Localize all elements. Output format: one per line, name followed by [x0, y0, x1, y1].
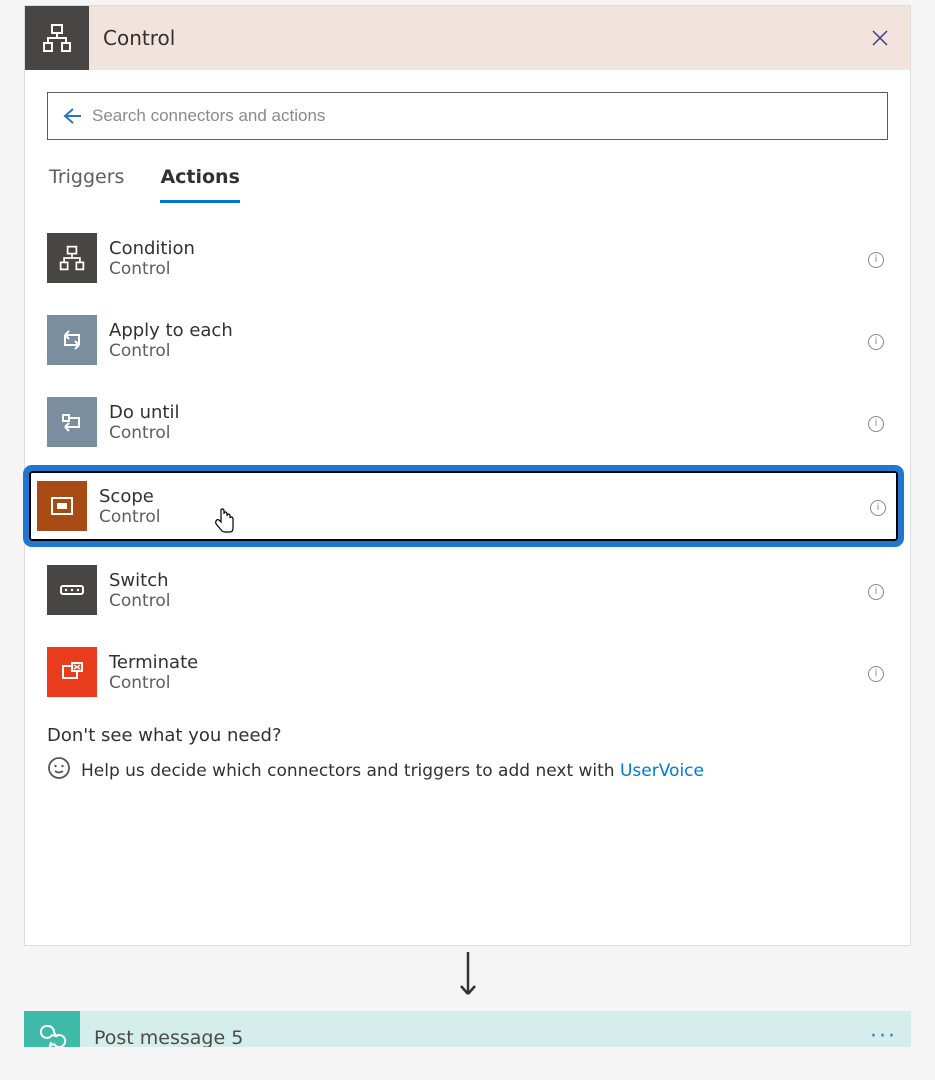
terminate-icon [47, 647, 97, 697]
info-icon[interactable]: i [864, 330, 888, 350]
action-text: Apply to each Control [97, 320, 864, 361]
action-subtitle: Control [109, 259, 864, 279]
info-icon[interactable]: i [864, 248, 888, 268]
close-button[interactable] [856, 14, 904, 62]
action-subtitle: Control [99, 507, 866, 527]
help-section: Don't see what you need? Help us decide … [47, 725, 888, 935]
apply-to-each-icon [47, 315, 97, 365]
panel-title: Control [89, 26, 856, 50]
tab-actions[interactable]: Actions [160, 166, 239, 203]
action-subtitle: Control [109, 341, 864, 361]
uservoice-link[interactable]: UserVoice [620, 761, 704, 781]
action-do-until[interactable]: Do until Control i [47, 389, 888, 455]
action-scope[interactable]: Scope Control i [29, 471, 898, 541]
help-title: Don't see what you need? [47, 725, 888, 746]
action-title: Do until [109, 402, 864, 423]
tab-triggers[interactable]: Triggers [49, 166, 124, 203]
info-icon[interactable]: i [864, 662, 888, 682]
flow-connector-arrow [0, 946, 935, 1011]
switch-icon [47, 565, 97, 615]
help-text: Help us decide which connectors and trig… [81, 761, 704, 781]
post-message-icon [24, 1011, 80, 1047]
panel-body: Triggers Actions Condition Control i [25, 70, 910, 945]
smile-icon [47, 756, 71, 785]
action-text: Condition Control [97, 238, 864, 279]
action-condition[interactable]: Condition Control i [47, 225, 888, 291]
action-list: Condition Control i Apply to each Contro… [47, 225, 888, 705]
scope-icon [37, 481, 87, 531]
action-text: Do until Control [97, 402, 864, 443]
condition-icon [47, 233, 97, 283]
next-step-title: Post message 5 [80, 1011, 870, 1047]
info-icon[interactable]: i [864, 580, 888, 600]
back-arrow-icon[interactable] [48, 105, 92, 127]
search-input[interactable] [92, 106, 887, 126]
panel-header: Control [25, 6, 910, 70]
action-text: Scope Control [87, 486, 866, 527]
next-step-card[interactable]: Post message 5 ··· [24, 1011, 911, 1047]
action-subtitle: Control [109, 591, 864, 611]
help-row: Help us decide which connectors and trig… [47, 756, 888, 785]
info-icon[interactable]: i [866, 496, 890, 516]
search-bar [47, 92, 888, 140]
action-text: Terminate Control [97, 652, 864, 693]
action-title: Switch [109, 570, 864, 591]
control-panel: Control Triggers Actions Condition Contr… [24, 5, 911, 946]
action-title: Terminate [109, 652, 864, 673]
action-subtitle: Control [109, 673, 864, 693]
action-terminate[interactable]: Terminate Control i [47, 639, 888, 705]
tabs: Triggers Actions [47, 166, 888, 203]
action-switch[interactable]: Switch Control i [47, 557, 888, 623]
action-title: Apply to each [109, 320, 864, 341]
do-until-icon [47, 397, 97, 447]
action-apply-to-each[interactable]: Apply to each Control i [47, 307, 888, 373]
action-title: Condition [109, 238, 864, 259]
more-icon[interactable]: ··· [870, 1011, 911, 1047]
control-icon [25, 6, 89, 70]
action-text: Switch Control [97, 570, 864, 611]
action-title: Scope [99, 486, 866, 507]
info-icon[interactable]: i [864, 412, 888, 432]
action-subtitle: Control [109, 423, 864, 443]
